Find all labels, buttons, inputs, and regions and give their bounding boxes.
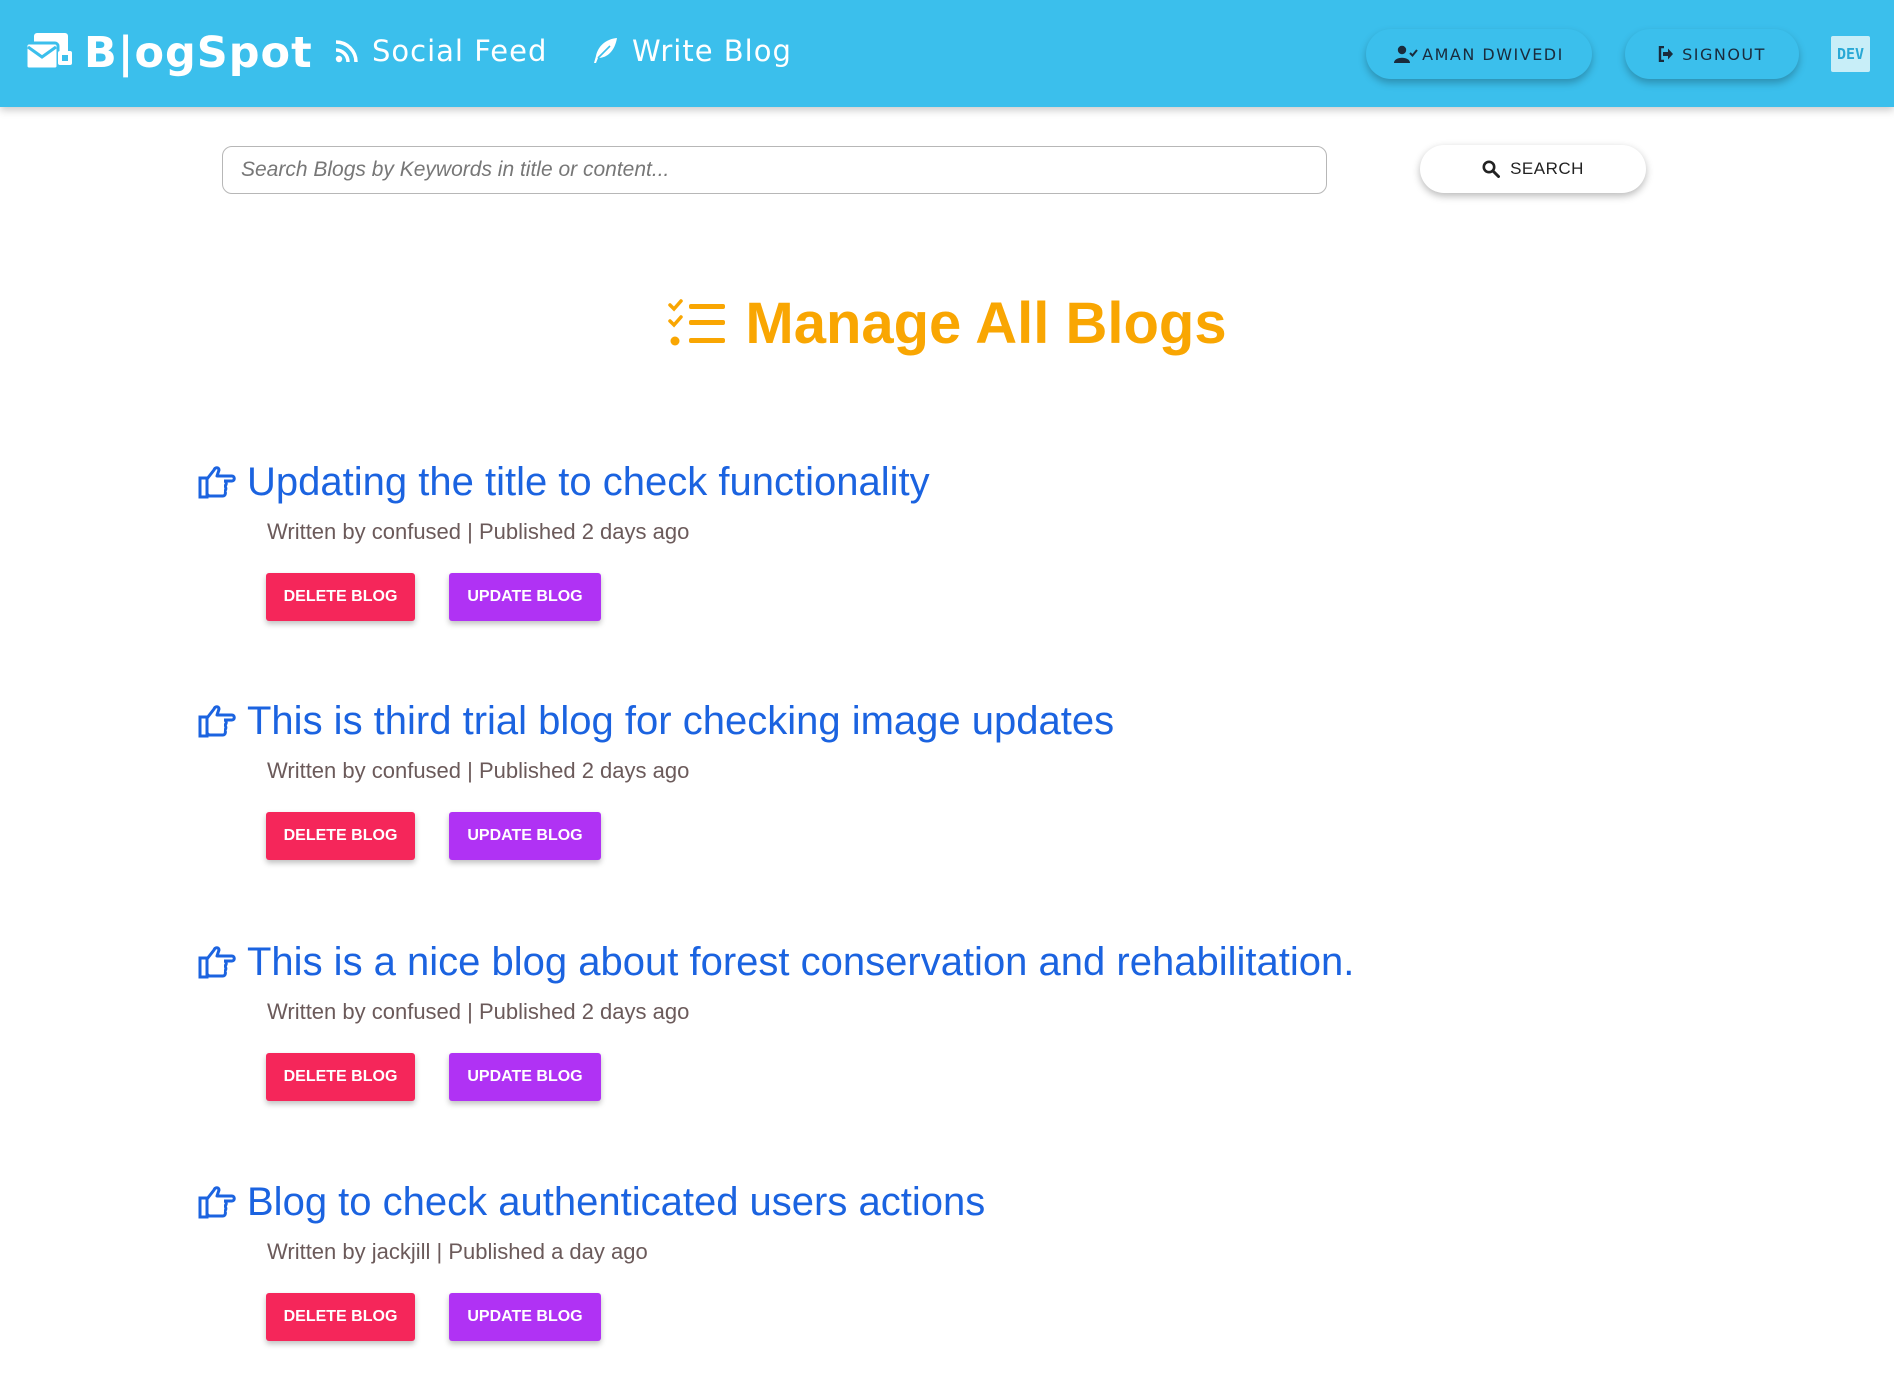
nav-write-blog-label: Write Blog xyxy=(632,34,792,68)
brand-logo-link[interactable]: B|ogSpot xyxy=(22,28,313,78)
rss-icon xyxy=(335,40,358,63)
feather-icon xyxy=(594,38,617,63)
blog-actions: DELETE BLOG UPDATE BLOG xyxy=(266,812,1697,860)
blog-title-text: Updating the title to check functionalit… xyxy=(247,459,930,504)
dev-badge[interactable]: DEV xyxy=(1831,36,1870,72)
delete-blog-button[interactable]: DELETE BLOG xyxy=(266,1293,415,1341)
nav-write-blog[interactable]: Write Blog xyxy=(590,34,792,68)
user-profile-button[interactable]: AMAN DWIVEDI xyxy=(1366,29,1592,79)
checklist-icon xyxy=(668,298,726,345)
blog-meta: Written by confused | Published 2 days a… xyxy=(267,758,690,783)
blog-title-text: This is third trial blog for checking im… xyxy=(247,698,1115,743)
signout-button[interactable]: SIGNOUT xyxy=(1625,29,1799,79)
update-blog-button[interactable]: UPDATE BLOG xyxy=(449,573,601,621)
blog-list-item: Updating the title to check functionalit… xyxy=(197,455,1697,621)
blog-meta: Written by confused | Published 2 days a… xyxy=(267,999,690,1024)
blog-title-link[interactable]: This is third trial blog for checking im… xyxy=(197,694,1697,748)
blog-list-item: This is third trial blog for checking im… xyxy=(197,694,1697,860)
blog-list-item: Blog to check authenticated users action… xyxy=(197,1175,1697,1341)
hand-point-right-icon xyxy=(198,1186,236,1219)
blog-title-link[interactable]: Blog to check authenticated users action… xyxy=(197,1175,1697,1229)
blog-title-link[interactable]: This is a nice blog about forest conserv… xyxy=(197,935,1697,989)
brand-name: B|ogSpot xyxy=(84,28,313,78)
delete-blog-button[interactable]: DELETE BLOG xyxy=(266,573,415,621)
user-check-icon xyxy=(1394,45,1418,63)
blog-meta: Written by jackjill | Published a day ag… xyxy=(267,1239,648,1264)
nav-social-feed-label: Social Feed xyxy=(372,34,548,68)
delete-blog-button[interactable]: DELETE BLOG xyxy=(266,1053,415,1101)
page-title: Manage All Blogs xyxy=(0,290,1894,357)
delete-blog-button[interactable]: DELETE BLOG xyxy=(266,812,415,860)
search-input[interactable] xyxy=(222,146,1327,194)
blog-title-link[interactable]: Updating the title to check functionalit… xyxy=(197,455,1697,509)
update-blog-button[interactable]: UPDATE BLOG xyxy=(449,1293,601,1341)
user-name-label: AMAN DWIVEDI xyxy=(1422,44,1564,64)
update-blog-button[interactable]: UPDATE BLOG xyxy=(449,1053,601,1101)
search-button[interactable]: SEARCH xyxy=(1420,145,1646,193)
blog-meta: Written by confused | Published 2 days a… xyxy=(267,519,690,544)
update-blog-button[interactable]: UPDATE BLOG xyxy=(449,812,601,860)
blog-title-text: This is a nice blog about forest conserv… xyxy=(247,939,1355,984)
signout-label: SIGNOUT xyxy=(1682,44,1766,64)
blog-actions: DELETE BLOG UPDATE BLOG xyxy=(266,1053,1697,1101)
hand-point-right-icon xyxy=(198,705,236,738)
search-icon xyxy=(1482,160,1501,178)
hand-point-right-icon xyxy=(198,946,236,979)
blog-logo-icon xyxy=(24,33,72,71)
signout-icon xyxy=(1658,46,1674,62)
blog-title-text: Blog to check authenticated users action… xyxy=(247,1179,986,1224)
search-button-label: SEARCH xyxy=(1510,159,1584,178)
nav-social-feed[interactable]: Social Feed xyxy=(334,34,547,68)
blog-actions: DELETE BLOG UPDATE BLOG xyxy=(266,573,1697,621)
top-navbar: B|ogSpot Social Feed Write Blog AMAN DWI… xyxy=(0,0,1894,107)
hand-point-right-icon xyxy=(198,466,236,499)
page-title-text: Manage All Blogs xyxy=(745,291,1227,356)
blog-actions: DELETE BLOG UPDATE BLOG xyxy=(266,1293,1697,1341)
blog-list-item: This is a nice blog about forest conserv… xyxy=(197,935,1697,1101)
